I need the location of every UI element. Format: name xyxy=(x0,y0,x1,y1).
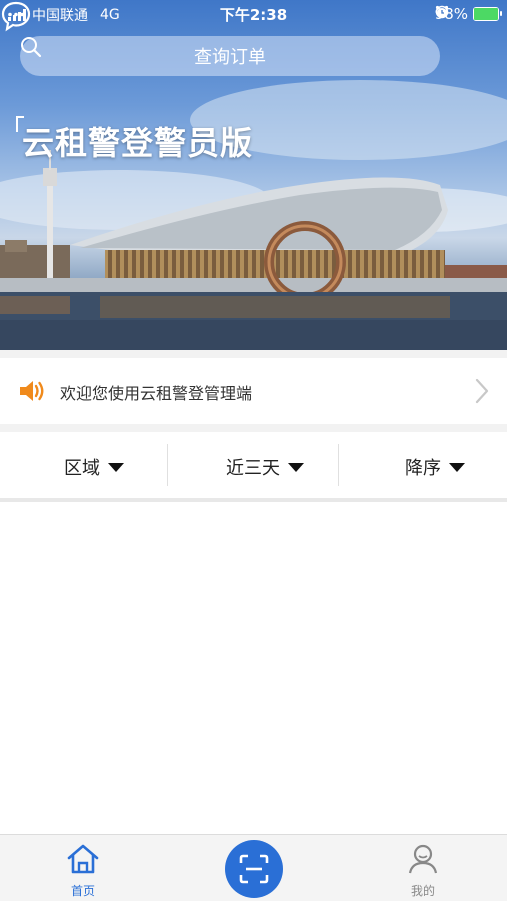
hero-banner: 中国联通 4G 下午2:38 98% 查询订单 云租警登警员版 xyxy=(0,0,507,350)
filter-divider xyxy=(167,444,168,486)
app-title: 云租警登警员版 xyxy=(22,124,254,162)
tab-mine[interactable]: 我的 xyxy=(388,841,458,899)
caret-down-icon xyxy=(288,462,304,472)
home-icon xyxy=(67,844,99,874)
filter-sort-dropdown[interactable]: 降序 xyxy=(405,454,465,480)
alarm-icon xyxy=(435,5,448,18)
search-label: 查询订单 xyxy=(194,47,266,68)
filter-date-dropdown[interactable]: 近三天 xyxy=(226,454,304,480)
filter-region-label: 区域 xyxy=(64,458,100,479)
chat-bubble-icon[interactable] xyxy=(0,0,32,32)
status-time: 下午2:38 xyxy=(219,6,288,24)
caret-down-icon xyxy=(449,462,465,472)
speaker-icon xyxy=(20,381,44,401)
tab-home[interactable]: 首页 xyxy=(48,841,118,899)
filter-bar: 区域 近三天 降序 xyxy=(0,432,507,498)
caret-down-icon xyxy=(108,462,124,472)
search-order-bar[interactable]: 查询订单 xyxy=(20,36,440,76)
filter-region-dropdown[interactable]: 区域 xyxy=(64,454,124,480)
tab-mine-label: 我的 xyxy=(410,884,435,898)
order-list xyxy=(0,502,507,834)
section-gap xyxy=(0,350,507,358)
filter-divider xyxy=(338,444,339,486)
filter-date-label: 近三天 xyxy=(226,458,280,479)
status-bar: 中国联通 4G 下午2:38 98% xyxy=(0,0,507,28)
notice-text: 欢迎您使用云租警登管理端 xyxy=(60,384,253,403)
chevron-right-icon xyxy=(475,378,489,404)
section-gap xyxy=(0,424,507,432)
tab-home-label: 首页 xyxy=(70,884,95,898)
filter-sort-label: 降序 xyxy=(405,458,441,479)
scan-button[interactable] xyxy=(225,840,283,898)
search-icon xyxy=(21,37,42,58)
notice-bar[interactable]: 欢迎您使用云租警登管理端 xyxy=(0,358,507,424)
user-icon xyxy=(408,844,438,874)
battery-icon xyxy=(473,7,502,21)
scan-icon xyxy=(239,854,269,884)
